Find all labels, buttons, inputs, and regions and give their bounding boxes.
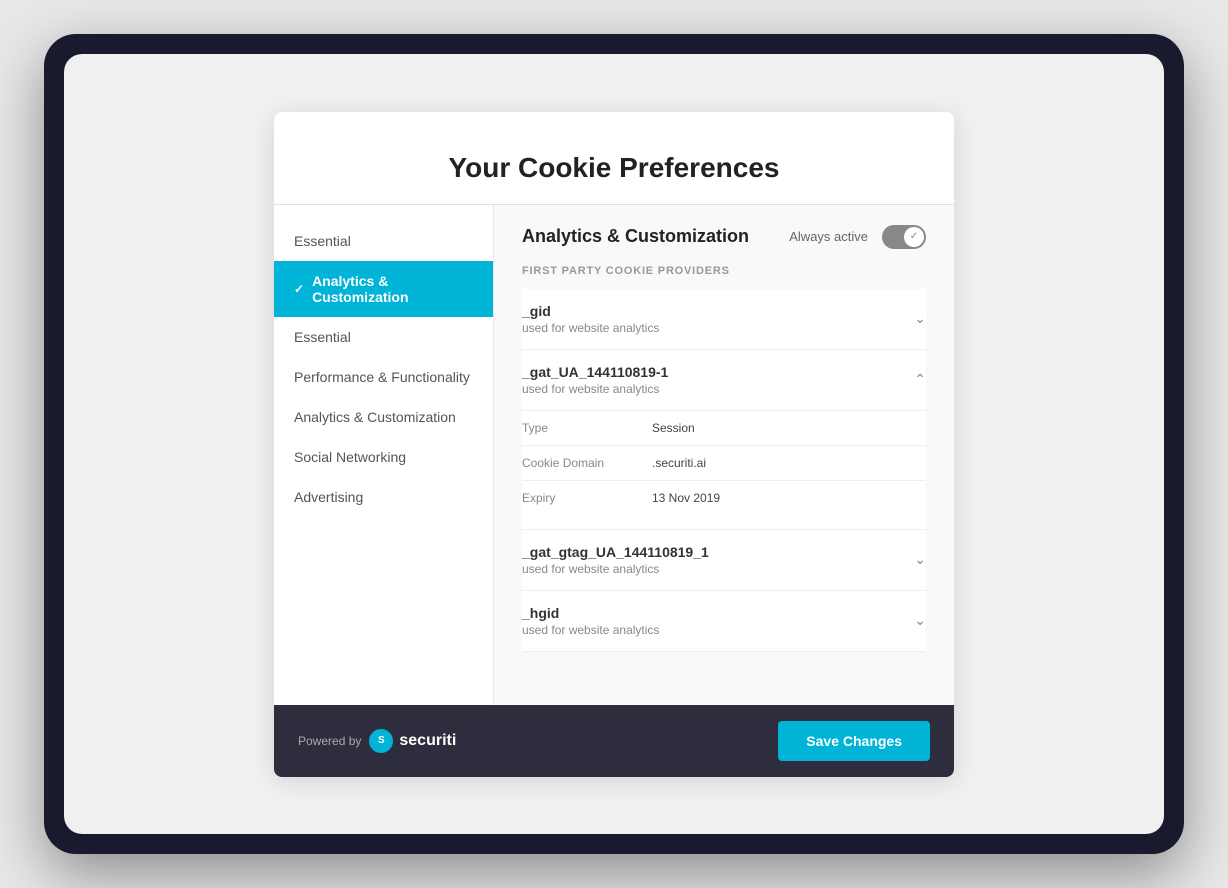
cookie-item-header-gat-ua[interactable]: _gat_UA_144110819-1 used for website ana… bbox=[522, 350, 926, 410]
cookie-preferences-modal: Your Cookie Preferences Essential ✓ Anal… bbox=[274, 112, 954, 777]
detail-row-domain: Cookie Domain .securiti.ai bbox=[522, 445, 926, 480]
modal-header: Your Cookie Preferences bbox=[274, 112, 954, 205]
save-changes-button[interactable]: Save Changes bbox=[778, 721, 930, 761]
detail-value-type: Session bbox=[652, 421, 695, 435]
sidebar-item-label: Essential bbox=[294, 233, 351, 249]
sidebar-item-essential[interactable]: Essential bbox=[274, 317, 493, 357]
sidebar-item-performance-functionality[interactable]: Performance & Functionality bbox=[274, 357, 493, 397]
cookie-item-gat-gtag: _gat_gtag_UA_144110819_1 used for websit… bbox=[522, 530, 926, 591]
cookie-desc-gat-ua: used for website analytics bbox=[522, 382, 668, 396]
chevron-down-icon-gat-gtag: ⌄ bbox=[914, 551, 926, 568]
chevron-down-icon-gid: ⌄ bbox=[914, 310, 926, 327]
cookie-desc-hgid: used for website analytics bbox=[522, 623, 659, 637]
check-icon: ✓ bbox=[294, 282, 304, 296]
toggle-container: Always active bbox=[789, 225, 926, 249]
cookie-name-gid: _gid bbox=[522, 303, 659, 319]
cookie-details-gat-ua: Type Session Cookie Domain .securiti.ai … bbox=[522, 410, 926, 529]
modal-body: Essential ✓ Analytics & Customization Es… bbox=[274, 205, 954, 705]
chevron-down-icon-hgid: ⌄ bbox=[914, 612, 926, 629]
cookie-item-header-hgid[interactable]: _hgid used for website analytics ⌄ bbox=[522, 591, 926, 651]
cookie-item-gat-ua: _gat_UA_144110819-1 used for website ana… bbox=[522, 350, 926, 530]
detail-value-domain: .securiti.ai bbox=[652, 456, 706, 470]
detail-row-type: Type Session bbox=[522, 410, 926, 445]
sidebar-item-label: Performance & Functionality bbox=[294, 369, 470, 385]
sidebar-item-label: Analytics & Customization bbox=[312, 273, 473, 305]
sidebar-item-advertising[interactable]: Advertising bbox=[274, 477, 493, 517]
cookie-item-header-gat-gtag[interactable]: _gat_gtag_UA_144110819_1 used for websit… bbox=[522, 530, 926, 590]
sidebar-item-analytics-customization-2[interactable]: Analytics & Customization bbox=[274, 397, 493, 437]
device-screen: Your Cookie Preferences Essential ✓ Anal… bbox=[64, 54, 1164, 834]
cookie-item-hgid: _hgid used for website analytics ⌄ bbox=[522, 591, 926, 652]
detail-label-domain: Cookie Domain bbox=[522, 456, 652, 470]
section-label: FIRST PARTY COOKIE PROVIDERS bbox=[522, 265, 926, 277]
powered-by: Powered by S securiti bbox=[298, 729, 456, 753]
content-header: Analytics & Customization Always active bbox=[522, 225, 926, 249]
toggle-knob bbox=[904, 227, 924, 247]
sidebar-item-label: Advertising bbox=[294, 489, 363, 505]
securiti-icon: S bbox=[369, 729, 393, 753]
modal-footer: Powered by S securiti Save Changes bbox=[274, 705, 954, 777]
securiti-logo: S securiti bbox=[369, 729, 456, 753]
detail-label-type: Type bbox=[522, 421, 652, 435]
sidebar: Essential ✓ Analytics & Customization Es… bbox=[274, 205, 494, 705]
always-active-label: Always active bbox=[789, 229, 868, 244]
sidebar-item-label: Social Networking bbox=[294, 449, 406, 465]
cookie-name-hgid: _hgid bbox=[522, 605, 659, 621]
sidebar-item-essential-top[interactable]: Essential bbox=[274, 221, 493, 261]
detail-value-expiry: 13 Nov 2019 bbox=[652, 491, 720, 505]
always-active-toggle[interactable] bbox=[882, 225, 926, 249]
modal-title: Your Cookie Preferences bbox=[314, 152, 914, 184]
chevron-up-icon-gat-ua: ⌃ bbox=[914, 371, 926, 388]
detail-row-expiry: Expiry 13 Nov 2019 bbox=[522, 480, 926, 515]
cookie-item-gid: _gid used for website analytics ⌄ bbox=[522, 289, 926, 350]
cookie-name-gat-gtag: _gat_gtag_UA_144110819_1 bbox=[522, 544, 709, 560]
device-frame: Your Cookie Preferences Essential ✓ Anal… bbox=[44, 34, 1184, 854]
securiti-brand-name: securiti bbox=[399, 732, 456, 750]
cookie-item-header-gid[interactable]: _gid used for website analytics ⌄ bbox=[522, 289, 926, 349]
sidebar-item-analytics-customization-active[interactable]: ✓ Analytics & Customization bbox=[274, 261, 493, 317]
detail-label-expiry: Expiry bbox=[522, 491, 652, 505]
sidebar-item-label: Analytics & Customization bbox=[294, 409, 456, 425]
sidebar-item-social-networking[interactable]: Social Networking bbox=[274, 437, 493, 477]
cookie-name-gat-ua: _gat_UA_144110819-1 bbox=[522, 364, 668, 380]
sidebar-item-label: Essential bbox=[294, 329, 351, 345]
cookie-desc-gat-gtag: used for website analytics bbox=[522, 562, 709, 576]
cookie-desc-gid: used for website analytics bbox=[522, 321, 659, 335]
content-area: Analytics & Customization Always active … bbox=[494, 205, 954, 705]
content-title: Analytics & Customization bbox=[522, 226, 749, 247]
powered-by-label: Powered by bbox=[298, 734, 361, 748]
